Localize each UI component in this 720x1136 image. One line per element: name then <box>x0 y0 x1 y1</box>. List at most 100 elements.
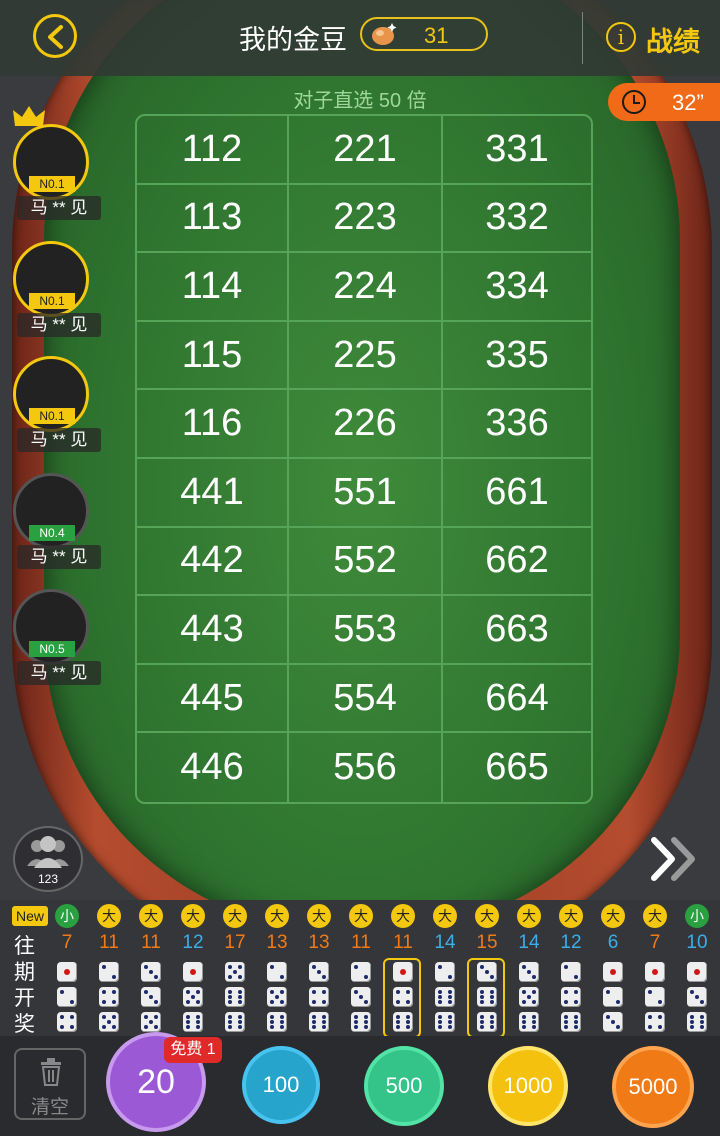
chip-500[interactable]: 500 <box>364 1046 444 1126</box>
player-seat[interactable]: N0.1 马 ** 见 <box>13 356 101 466</box>
player-seat[interactable]: N0.5 马 ** 见 <box>13 589 101 699</box>
history-label: 往期开奖 <box>14 935 35 1036</box>
bet-cell[interactable]: 334 <box>443 253 591 322</box>
round-sum: 17 <box>224 932 246 953</box>
die-icon <box>519 987 539 1007</box>
record-button[interactable]: 战绩 <box>646 20 700 59</box>
bet-cell[interactable]: 332 <box>443 185 591 254</box>
player-seat[interactable]: N0.1 马 ** 见 <box>13 241 101 351</box>
die-icon <box>645 987 665 1007</box>
bet-cell[interactable]: 112 <box>137 116 289 185</box>
size-badge: 大 <box>517 904 541 928</box>
die-icon <box>687 962 707 982</box>
page-title: 我的金豆 <box>239 25 347 55</box>
round-sum: 10 <box>686 932 708 953</box>
die-icon <box>141 962 161 982</box>
history-round: 大 11 <box>383 904 421 1038</box>
bet-cell[interactable]: 553 <box>289 596 443 665</box>
die-icon <box>141 1012 161 1032</box>
player-name: 马 ** 见 <box>17 545 101 569</box>
bet-cell[interactable]: 223 <box>289 184 443 254</box>
size-badge: 大 <box>433 904 457 928</box>
die-icon <box>393 987 413 1007</box>
bet-cell[interactable]: 661 <box>443 459 591 528</box>
bet-cell[interactable]: 552 <box>289 527 443 597</box>
bet-cell[interactable]: 443 <box>137 596 289 665</box>
chip-100[interactable]: 100 <box>242 1046 320 1124</box>
bet-cell[interactable]: 116 <box>137 390 289 459</box>
round-sum: 14 <box>518 932 540 953</box>
die-icon <box>267 987 287 1007</box>
bet-cell[interactable]: 331 <box>443 116 591 185</box>
die-icon <box>99 1012 119 1032</box>
die-icon <box>561 987 581 1007</box>
history-round: 大 15 <box>467 904 505 1038</box>
bet-cell[interactable]: 554 <box>289 664 443 734</box>
round-sum: 15 <box>476 932 498 953</box>
bet-cell[interactable]: 664 <box>443 665 591 734</box>
round-sum: 11 <box>351 932 371 953</box>
double-chevron-right-icon[interactable] <box>648 834 700 884</box>
player-name: 马 ** 见 <box>17 661 101 685</box>
die-icon <box>435 962 455 982</box>
bet-cell[interactable]: 225 <box>289 321 443 391</box>
size-badge: 大 <box>223 904 247 928</box>
size-badge: 大 <box>475 904 499 928</box>
bet-cell[interactable]: 113 <box>137 184 289 254</box>
bet-cell[interactable]: 115 <box>137 321 289 391</box>
size-badge: 大 <box>643 904 667 928</box>
bet-cell[interactable]: 556 <box>289 733 443 802</box>
bet-cell[interactable]: 441 <box>137 458 289 528</box>
bet-cell[interactable]: 335 <box>443 322 591 391</box>
history-round: 大 13 <box>259 904 295 1032</box>
die-icon <box>183 987 203 1007</box>
bet-cell[interactable]: 221 <box>289 116 443 185</box>
die-icon <box>141 987 161 1007</box>
clear-button[interactable]: 清空 <box>14 1048 86 1120</box>
player-seat[interactable]: N0.4 马 ** 见 <box>13 473 101 583</box>
top-bar: 我的金豆 31 i 战绩 <box>0 0 720 76</box>
bet-cell[interactable]: 445 <box>137 664 289 734</box>
bet-cell[interactable]: 551 <box>289 458 443 528</box>
history-round: 大 14 <box>427 904 463 1032</box>
history-round: 大 12 <box>175 904 211 1032</box>
chip-5000[interactable]: 5000 <box>612 1046 694 1128</box>
die-icon <box>225 962 245 982</box>
bet-cell[interactable]: 663 <box>443 596 591 665</box>
info-icon[interactable]: i <box>606 22 636 52</box>
history-round: 大6 <box>595 904 631 1032</box>
die-icon <box>435 1012 455 1032</box>
bet-cell[interactable]: 665 <box>443 733 591 802</box>
bet-cell[interactable]: 662 <box>443 528 591 597</box>
back-button[interactable] <box>33 14 77 58</box>
online-count: 123 <box>37 872 59 886</box>
die-icon <box>645 962 665 982</box>
player-rank: N0.1 <box>29 293 75 309</box>
size-badge: 小 <box>55 904 79 928</box>
die-icon <box>267 1012 287 1032</box>
bet-cell[interactable]: 442 <box>137 527 289 597</box>
die-icon <box>603 1012 623 1032</box>
player-name: 马 ** 见 <box>17 196 101 220</box>
bet-cell[interactable]: 226 <box>289 390 443 459</box>
round-sum: 12 <box>560 932 582 953</box>
bet-cell[interactable]: 224 <box>289 253 443 322</box>
size-badge: 小 <box>685 904 709 928</box>
die-icon <box>603 987 623 1007</box>
die-icon <box>645 1012 665 1032</box>
bet-type-subtitle: 对子直选 50 倍 <box>293 90 427 112</box>
die-icon <box>519 962 539 982</box>
online-players-button[interactable]: 123 <box>13 826 83 892</box>
die-icon <box>393 962 413 982</box>
die-icon <box>225 1012 245 1032</box>
bet-cell[interactable]: 114 <box>137 253 289 322</box>
bet-cell[interactable]: 446 <box>137 733 289 802</box>
chip-1000[interactable]: 1000 <box>488 1046 568 1126</box>
history-round: 小7 <box>49 904 85 1032</box>
die-icon <box>309 962 329 982</box>
round-sum: 14 <box>434 932 456 953</box>
bet-cell[interactable]: 336 <box>443 390 591 459</box>
size-badge: 大 <box>181 904 205 928</box>
history-round: 小 10 <box>679 904 715 1032</box>
player-seat[interactable]: N0.1 马 ** 见 <box>13 124 101 234</box>
